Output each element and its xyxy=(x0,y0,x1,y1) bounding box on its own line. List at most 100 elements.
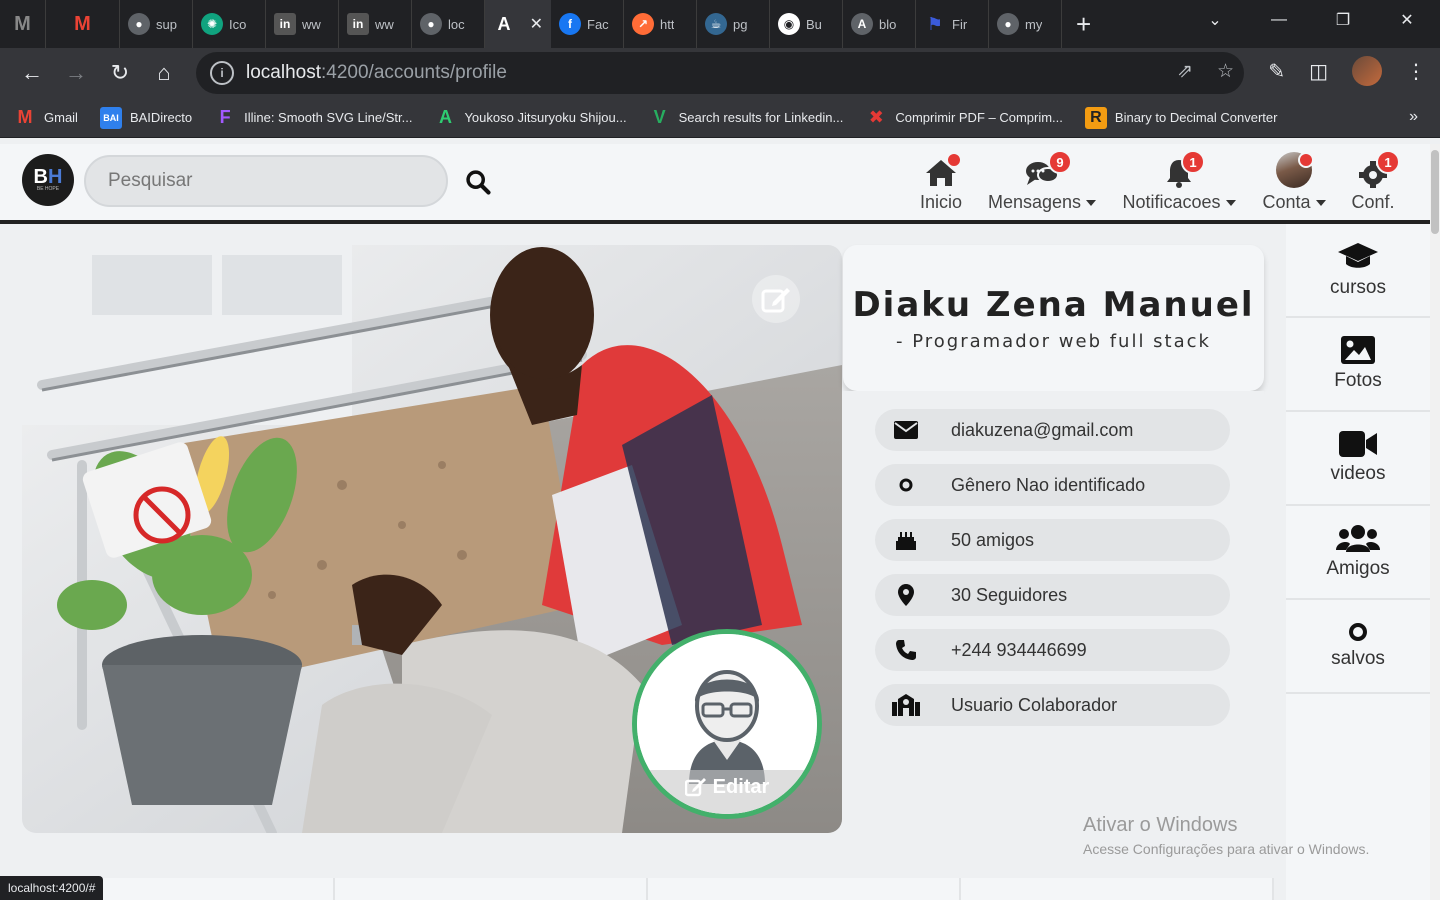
browser-menu-icon[interactable]: ⋮ xyxy=(1406,59,1426,84)
nav-mensagens[interactable]: 9 Mensagens xyxy=(988,150,1097,220)
browser-tab[interactable]: ↗ htt xyxy=(624,0,697,48)
info-row-phone: +244 934446699 xyxy=(875,629,1230,671)
browser-tab[interactable]: M xyxy=(46,0,120,48)
home-button[interactable]: ⌂ xyxy=(142,53,186,93)
minimize-button[interactable]: — xyxy=(1256,0,1302,40)
logo-tagline: BE HOPE xyxy=(36,186,60,192)
nav-label: Inicio xyxy=(919,192,963,212)
figma-icon: F xyxy=(219,107,231,127)
browser-tab[interactable]: ● loc xyxy=(412,0,485,48)
browser-tab[interactable]: ● sup xyxy=(120,0,193,48)
cover-photo: Editar xyxy=(22,245,842,833)
linkedin-icon: in xyxy=(347,13,369,35)
profile-avatar[interactable]: Editar xyxy=(632,629,822,819)
search-input[interactable] xyxy=(84,155,448,207)
address-url[interactable]: localhost:4200/accounts/profile xyxy=(246,62,507,84)
maximize-button[interactable]: ❐ xyxy=(1320,0,1366,40)
browser-tab[interactable]: M xyxy=(0,0,46,48)
windows-activation-watermark: Ativar o Windows Acesse Configurações pa… xyxy=(1083,814,1369,857)
browser-tab[interactable]: A blo xyxy=(843,0,916,48)
extensions-icon[interactable]: ✎ xyxy=(1268,59,1285,84)
content-tab[interactable] xyxy=(648,878,961,900)
nav-notificacoes[interactable]: 1 Notificacoes xyxy=(1121,150,1237,220)
envelope-icon xyxy=(875,421,937,439)
bookmarks-overflow-icon[interactable]: » xyxy=(1409,108,1418,126)
profile-name: Diaku Zena Manuel xyxy=(852,285,1255,325)
bookmark-item[interactable]: M Gmail xyxy=(14,107,78,129)
side-panel-icon[interactable]: ◫ xyxy=(1309,59,1328,84)
facebook-icon: f xyxy=(559,13,581,35)
browser-tab[interactable]: ✺ Ico xyxy=(193,0,266,48)
settings-count-badge: 1 xyxy=(1376,150,1400,174)
caret-down-icon xyxy=(1086,199,1097,206)
new-tab-button[interactable]: + xyxy=(1062,9,1105,40)
graduation-cap-icon xyxy=(1338,243,1378,268)
back-button[interactable]: ← xyxy=(10,53,54,93)
browser-tab[interactable]: in ww xyxy=(266,0,339,48)
nav-configuracoes[interactable]: 1 Conf. xyxy=(1350,150,1400,220)
nav-conta[interactable]: Conta xyxy=(1262,150,1326,220)
side-nav-cursos[interactable]: cursos xyxy=(1286,224,1430,318)
caret-down-icon xyxy=(1315,199,1326,206)
content-tab[interactable] xyxy=(335,878,648,900)
postman-icon: ↗ xyxy=(632,13,654,35)
browser-tab[interactable]: in ww xyxy=(339,0,412,48)
page-scrollbar[interactable] xyxy=(1430,144,1440,900)
browser-toolbar: ← → ↻ ⌂ i localhost:4200/accounts/profil… xyxy=(0,48,1440,98)
vuetify-icon: V xyxy=(653,107,666,127)
browser-tab[interactable]: ● my xyxy=(989,0,1062,48)
tab-title: sup xyxy=(156,16,177,32)
bookmark-item[interactable]: ✖ Comprimir PDF – Comprim... xyxy=(865,107,1063,129)
side-nav-amigos[interactable]: Amigos xyxy=(1286,506,1430,600)
reload-button[interactable]: ↻ xyxy=(98,53,142,93)
close-icon[interactable]: ✕ xyxy=(530,14,543,34)
browser-tab-active[interactable]: A ✕ xyxy=(485,0,551,48)
side-nav-salvos[interactable]: salvos xyxy=(1286,600,1430,694)
bookmark-item[interactable]: F Illine: Smooth SVG Line/Str... xyxy=(214,107,413,129)
window-close-button[interactable]: ✕ xyxy=(1384,0,1430,40)
tab-title: Ico xyxy=(229,16,247,32)
info-text: diakuzena@gmail.com xyxy=(951,419,1134,440)
forward-button[interactable]: → xyxy=(54,53,98,93)
site-info-icon[interactable]: i xyxy=(210,61,234,85)
browser-tab[interactable]: ◉ Bu xyxy=(770,0,843,48)
tab-title: ww xyxy=(302,16,321,32)
address-bar[interactable]: i localhost:4200/accounts/profile ⇗ ☆ xyxy=(196,52,1244,94)
app-header: BH BE HOPE Inicio xyxy=(0,144,1430,224)
edit-avatar-button[interactable]: Editar xyxy=(637,770,817,814)
logo[interactable]: BH BE HOPE xyxy=(22,154,74,206)
postgres-icon: ☕ xyxy=(705,13,727,35)
side-navigation: cursos Fotos videos Amigos salvos xyxy=(1286,224,1430,900)
bookmark-item[interactable]: BAI BAIDirecto xyxy=(99,106,192,129)
nav-label: Conta xyxy=(1262,192,1311,212)
bookmark-label: Youkoso Jitsuryoku Shijou... xyxy=(464,110,627,125)
tab-search-chevron-icon[interactable]: ⌄ xyxy=(1192,0,1238,40)
browser-tab[interactable]: f Fac xyxy=(551,0,624,48)
info-text: 30 Seguidores xyxy=(951,584,1068,605)
users-icon xyxy=(1336,525,1380,552)
bookmark-label: Gmail xyxy=(44,110,78,125)
bookmark-item[interactable]: R Binary to Decimal Converter xyxy=(1084,106,1277,129)
side-nav-label: videos xyxy=(1330,463,1386,484)
scrollbar-thumb[interactable] xyxy=(1431,150,1439,234)
edit-cover-button[interactable] xyxy=(752,275,800,323)
profile-info-panel: diakuzena@gmail.com Gênero Nao identific… xyxy=(843,391,1264,833)
bookmark-item[interactable]: A Youkoso Jitsuryoku Shijou... xyxy=(434,107,627,129)
side-nav-fotos[interactable]: Fotos xyxy=(1286,318,1430,412)
info-row-followers: 30 Seguidores xyxy=(875,574,1230,616)
nav-inicio[interactable]: Inicio xyxy=(918,150,964,220)
notification-dot xyxy=(946,152,962,168)
bookmark-item[interactable]: V Search results for Linkedin... xyxy=(649,107,844,129)
profile-content-tabs xyxy=(22,878,1274,900)
page-viewport: BH BE HOPE Inicio xyxy=(0,144,1430,900)
browser-profile-avatar[interactable] xyxy=(1352,56,1382,86)
search-icon[interactable] xyxy=(464,168,492,196)
share-icon[interactable]: ⇗ xyxy=(1177,60,1193,83)
browser-tab[interactable]: ⚑ Fir xyxy=(916,0,989,48)
info-text: 50 amigos xyxy=(951,529,1035,550)
content-tab[interactable] xyxy=(961,878,1274,900)
bookmark-star-icon[interactable]: ☆ xyxy=(1217,60,1234,83)
browser-tab[interactable]: ☕ pg xyxy=(697,0,770,48)
profile-role: - Programador web full stack xyxy=(896,331,1211,352)
side-nav-videos[interactable]: videos xyxy=(1286,412,1430,506)
